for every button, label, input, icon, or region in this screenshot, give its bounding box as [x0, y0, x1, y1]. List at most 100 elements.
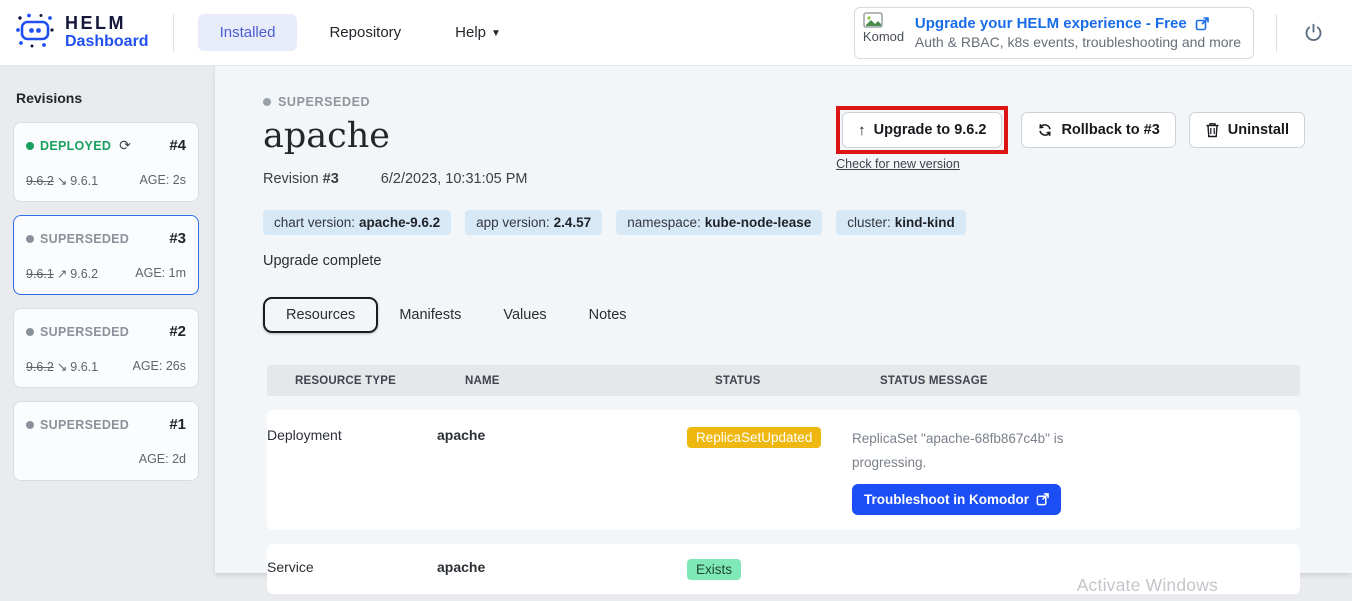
- resources-table: RESOURCE TYPE NAME STATUS STATUS MESSAGE…: [267, 365, 1300, 594]
- status-dot: [26, 235, 34, 243]
- chip-chart-version: chart version:apache-9.6.2: [263, 210, 451, 235]
- banner-title-link[interactable]: Upgrade your HELM experience - Free: [915, 15, 1187, 32]
- status-dot: [26, 142, 34, 150]
- revision-versions: 9.6.2↘9.6.1: [26, 173, 98, 188]
- banner-subtitle: Auth & RBAC, k8s events, troubleshooting…: [915, 34, 1241, 50]
- version-arrow-icon: ↘: [57, 360, 67, 374]
- resource-status-cell: Exists: [687, 559, 852, 580]
- column-header-status: STATUS: [715, 375, 880, 387]
- chip-cluster: cluster:kind-kind: [836, 210, 966, 235]
- new-version: 9.6.2: [70, 267, 98, 281]
- external-link-icon: [1036, 493, 1049, 506]
- logo-title: HELM: [65, 14, 149, 33]
- helm-dashboard-logo[interactable]: HELM Dashboard: [14, 9, 149, 56]
- resource-name-cell: apache: [437, 559, 687, 575]
- header-divider-left: [173, 14, 174, 52]
- release-actions: ↑ Upgrade to 9.6.2 Check for new version…: [836, 106, 1305, 171]
- arrow-up-icon: ↑: [858, 122, 866, 139]
- revision-age: AGE: 2s: [139, 173, 186, 188]
- banner-image-alt-text: Komod: [863, 29, 905, 44]
- revision-number: #1: [169, 416, 186, 433]
- tab-notes[interactable]: Notes: [568, 307, 648, 323]
- activate-windows-watermark: Activate Windows: [1077, 575, 1218, 596]
- revision-status: DEPLOYED ⟳: [26, 137, 131, 154]
- rollback-icon: [1037, 122, 1053, 138]
- annotation-highlight-box: ↑ Upgrade to 9.6.2: [836, 106, 1008, 154]
- release-detail-panel: SUPERSEDED apache Revision #3 6/2/2023, …: [215, 66, 1352, 573]
- rollback-button-label: Rollback to #3: [1061, 122, 1159, 138]
- uninstall-button[interactable]: Uninstall: [1189, 112, 1305, 148]
- status-message-text: ReplicaSet "apache-68fb867c4b" is progre…: [852, 427, 1067, 475]
- tab-manifests[interactable]: Manifests: [378, 307, 482, 323]
- old-version: 9.6.1: [26, 267, 54, 281]
- chevron-down-icon: ▼: [491, 28, 501, 39]
- old-version: 9.6.2: [26, 360, 54, 374]
- chip-app-version: app version:2.4.57: [465, 210, 602, 235]
- main-nav: Installed Repository Help▼: [198, 14, 523, 51]
- status-dot: [26, 328, 34, 336]
- reload-icon: ⟳: [119, 137, 131, 154]
- logo-subtitle: Dashboard: [65, 33, 149, 51]
- revision-versions: 9.6.1↗9.6.2: [26, 266, 98, 281]
- troubleshoot-komodor-button[interactable]: Troubleshoot in Komodor: [852, 484, 1061, 515]
- tab-resources[interactable]: Resources: [263, 297, 378, 333]
- revision-number: #3: [323, 171, 339, 187]
- power-icon: [1303, 22, 1324, 43]
- broken-image-icon: [863, 12, 883, 29]
- revision-card-4[interactable]: DEPLOYED ⟳ #4 9.6.2↘9.6.1 AGE: 2s: [13, 122, 199, 202]
- nav-tab-installed[interactable]: Installed: [198, 14, 298, 51]
- sidebar-title: Revisions: [16, 90, 215, 106]
- release-timestamp: 6/2/2023, 10:31:05 PM: [381, 171, 528, 187]
- revisions-sidebar: Revisions DEPLOYED ⟳ #4 9.6.2↘9.6.1 AGE:…: [0, 66, 215, 601]
- status-label: DEPLOYED: [40, 139, 111, 153]
- detail-tabs: Resources Manifests Values Notes: [263, 297, 1352, 333]
- release-status-label: SUPERSEDED: [278, 95, 370, 109]
- status-label: SUPERSEDED: [40, 232, 129, 246]
- status-dot: [26, 421, 34, 429]
- resource-type-cell: Deployment: [267, 427, 437, 443]
- header-divider-right: [1276, 14, 1277, 52]
- rollback-button[interactable]: Rollback to #3: [1021, 112, 1175, 148]
- table-row-deployment: Deployment apache ReplicaSetUpdated Repl…: [267, 410, 1300, 530]
- revision-status: SUPERSEDED: [26, 232, 129, 246]
- status-label: SUPERSEDED: [40, 325, 129, 339]
- revision-number: #3: [169, 230, 186, 247]
- resource-type-cell: Service: [267, 559, 437, 575]
- shutdown-button[interactable]: [1303, 22, 1324, 43]
- tab-values[interactable]: Values: [482, 307, 567, 323]
- release-status-note: Upgrade complete: [263, 253, 1352, 269]
- release-metadata-chips: chart version:apache-9.6.2 app version:2…: [263, 210, 1352, 235]
- status-label: SUPERSEDED: [40, 418, 129, 432]
- status-badge: Exists: [687, 559, 741, 580]
- resource-name-cell: apache: [437, 427, 687, 443]
- revision-versions: 9.6.2↘9.6.1: [26, 359, 98, 374]
- status-dot: [263, 98, 271, 106]
- nav-tab-help[interactable]: Help▼: [433, 14, 523, 51]
- revision-card-2[interactable]: SUPERSEDED #2 9.6.2↘9.6.1 AGE: 26s: [13, 308, 199, 388]
- column-header-resource-type: RESOURCE TYPE: [295, 375, 465, 387]
- revision-label: Revision #3: [263, 171, 339, 187]
- nav-tab-repository[interactable]: Repository: [307, 14, 423, 51]
- check-new-version-link[interactable]: Check for new version: [836, 157, 1008, 171]
- revision-card-3[interactable]: SUPERSEDED #3 9.6.1↗9.6.2 AGE: 1m: [13, 215, 199, 295]
- chip-namespace: namespace:kube-node-lease: [616, 210, 822, 235]
- revision-meta-line: Revision #3 6/2/2023, 10:31:05 PM: [263, 171, 1352, 187]
- banner-text-block: Upgrade your HELM experience - Free Auth…: [915, 15, 1241, 50]
- revision-status: SUPERSEDED: [26, 325, 129, 339]
- upgrade-button[interactable]: ↑ Upgrade to 9.6.2: [842, 112, 1002, 148]
- new-version: 9.6.1: [70, 174, 98, 188]
- revision-number: #2: [169, 323, 186, 340]
- trash-icon: [1205, 122, 1220, 138]
- komodor-promo-banner[interactable]: Komod Upgrade your HELM experience - Fre…: [854, 7, 1254, 59]
- revision-age: AGE: 26s: [133, 359, 187, 374]
- revision-age: AGE: 1m: [135, 266, 186, 281]
- resource-status-cell: ReplicaSetUpdated: [687, 427, 852, 448]
- logo-text: HELM Dashboard: [65, 14, 149, 51]
- new-version: 9.6.1: [70, 360, 98, 374]
- helm-logo-icon: [14, 9, 56, 56]
- column-header-status-message: STATUS MESSAGE: [880, 375, 1300, 387]
- revision-card-1[interactable]: SUPERSEDED #1 AGE: 2d: [13, 401, 199, 481]
- old-version: 9.6.2: [26, 174, 54, 188]
- table-header-row: RESOURCE TYPE NAME STATUS STATUS MESSAGE: [267, 365, 1300, 396]
- external-link-icon: [1195, 17, 1209, 31]
